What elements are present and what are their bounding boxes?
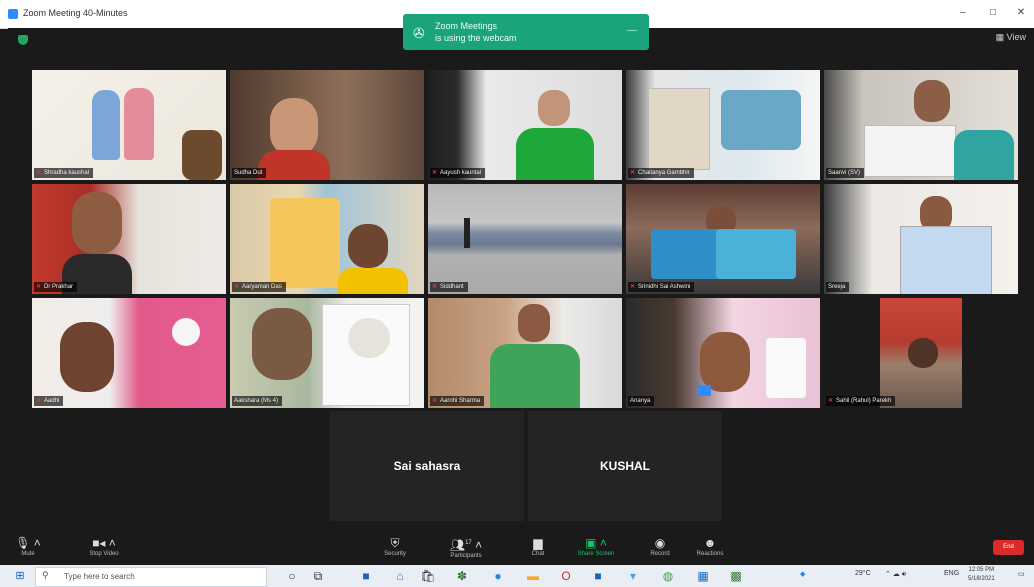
reactions-button[interactable]: ☻ Reactions: [680, 536, 740, 557]
weather-text[interactable]: 29°C: [855, 570, 871, 577]
edge-browser-icon[interactable]: ●: [490, 568, 506, 584]
video-tile[interactable]: ✕ Siddhant: [428, 184, 622, 294]
participant-name: Ananya: [628, 396, 655, 406]
stop-video-button[interactable]: ■◂ ˄ Stop Video: [74, 536, 134, 557]
notification-close-icon[interactable]: —: [627, 25, 637, 36]
mute-button[interactable]: 🎙︎ ˄ Mute: [8, 536, 48, 557]
security-button[interactable]: ⛨ Security: [365, 536, 425, 557]
participant-name: ✕ Sahil (Rahul) Parekh: [826, 396, 896, 406]
notification-title: Zoom Meetings: [435, 21, 498, 31]
camera-off-tile[interactable]: KUSHAL: [528, 411, 722, 521]
window-title: Zoom Meeting 40-Minutes: [23, 8, 128, 18]
participant-name: ✕ Srinidhi Sai Ashwini: [628, 282, 695, 292]
camera-off-tile[interactable]: Sai sahasra: [330, 411, 524, 521]
spotlight-icon: [698, 385, 711, 396]
participants-count: 17: [465, 540, 472, 546]
video-tile[interactable]: ✕ Aayush kauntal: [428, 70, 622, 180]
cortana-icon[interactable]: ○: [284, 568, 300, 584]
share-screen-button[interactable]: ▣ ˄ Share Screen: [562, 536, 630, 557]
taskbar-search-box[interactable]: ⚲ Type here to search: [35, 567, 267, 587]
end-meeting-button[interactable]: End: [993, 540, 1024, 555]
video-camera-icon: ■◂ ˄: [92, 536, 116, 550]
chat-button[interactable]: ▆ Chat: [508, 536, 568, 557]
participant-name: Saanvi (SV): [826, 168, 865, 178]
zoom-taskbar-icon[interactable]: ■: [590, 568, 606, 584]
close-button[interactable]: ✕: [1008, 4, 1034, 22]
maximize-button[interactable]: □: [980, 4, 1006, 22]
notification-body: is using the webcam: [435, 33, 517, 43]
shield-icon: ⛨: [390, 536, 400, 550]
video-tile[interactable]: ✕ Aadhi: [32, 298, 226, 408]
participants-button[interactable]: 👥︎17 ˄ Participants: [430, 536, 502, 559]
video-tile[interactable]: Sreeja: [824, 184, 1018, 294]
participant-name: ✕ Chaitanya Gambhir: [628, 168, 694, 178]
minimize-button[interactable]: –: [950, 4, 976, 22]
file-explorer-icon[interactable]: ▬: [525, 568, 541, 584]
video-tile[interactable]: Saanvi (SV): [824, 70, 1018, 180]
tray-icons[interactable]: ⌃ ☁ 🔊︎: [885, 570, 906, 579]
smiley-icon: ☻: [703, 536, 717, 550]
excel-icon[interactable]: ▩: [728, 568, 744, 584]
chrome-icon[interactable]: ◍: [660, 568, 676, 584]
video-tile[interactable]: ✕ Shradha kaushal: [32, 70, 226, 180]
participant-name: Sudha Dut: [232, 168, 267, 178]
video-tile[interactable]: ✕ Aaryaman Das: [230, 184, 424, 294]
video-tile[interactable]: ✕ Srinidhi Sai Ashwini: [626, 184, 820, 294]
search-placeholder: Type here to search: [64, 572, 135, 581]
participant-name: ✕ Aadhi: [34, 396, 64, 406]
microphone-icon: 🎙︎ ˄: [15, 536, 41, 550]
store-icon[interactable]: 🛍︎: [420, 568, 436, 584]
app-icon[interactable]: ■: [358, 568, 374, 584]
app-icon[interactable]: ⌂: [392, 568, 408, 584]
view-button[interactable]: ▦ View: [996, 32, 1026, 43]
meeting-toolbar: 🎙︎ ˄ Mute ■◂ ˄ Stop Video ⛨ Security 👥︎17 ˄…: [0, 534, 1034, 565]
participant-name: ✕ Shradha kaushal: [34, 168, 94, 178]
clock[interactable]: 12:05 PM 5/18/2021: [968, 566, 995, 584]
participants-icon: 👥︎17 ˄: [449, 538, 483, 552]
opera-icon[interactable]: O: [558, 568, 574, 584]
task-view-icon[interactable]: ⧉: [310, 568, 326, 584]
app-icon[interactable]: ▦: [695, 568, 711, 584]
participant-name: ✕ Aaryaman Das: [232, 282, 286, 292]
language-indicator[interactable]: ENG: [944, 570, 959, 577]
video-tile[interactable]: ✕ Chaitanya Gambhir: [626, 70, 820, 180]
participant-name: ✕ Siddhant: [430, 282, 468, 292]
camera-notice-icon: ✇: [413, 25, 425, 41]
video-tile[interactable]: Sudha Dut: [230, 70, 424, 180]
participant-name: ✕ Aarohi Sharma: [430, 396, 485, 406]
webcam-notification[interactable]: ✇ Zoom Meetings is using the webcam —: [403, 14, 649, 50]
video-tile[interactable]: ✕ Sahil (Rahul) Parekh: [824, 298, 1018, 408]
tray-app-icon[interactable]: ◆: [800, 570, 805, 578]
app-icon[interactable]: ▾: [625, 568, 641, 584]
search-icon: ⚲: [42, 570, 49, 580]
chat-icon: ▆: [533, 536, 543, 550]
video-tile[interactable]: ✕ Dr Prakhar: [32, 184, 226, 294]
windows-taskbar: ⊞ ⚲ Type here to search ○ ⧉ ■ ⌂ 🛍︎ ✽ ● ▬…: [0, 565, 1034, 587]
app-icon[interactable]: ✽: [454, 568, 470, 584]
video-tile[interactable]: Ananya: [626, 298, 820, 408]
share-screen-icon: ▣ ˄: [585, 536, 607, 550]
video-tile[interactable]: ✕ Aarohi Sharma: [428, 298, 622, 408]
video-tile-active-speaker[interactable]: Aakshara (Ms 4): [230, 298, 424, 408]
participant-name: ✕ Aayush kauntal: [430, 168, 486, 178]
zoom-app-icon: [8, 9, 18, 19]
notifications-icon[interactable]: ▭: [1018, 570, 1025, 578]
windows-start-icon[interactable]: ⊞: [12, 568, 28, 584]
encryption-shield-icon[interactable]: [18, 35, 28, 45]
participant-name: Aakshara (Ms 4): [232, 396, 283, 406]
participant-name: Sreeja: [826, 282, 850, 292]
participant-name: ✕ Dr Prakhar: [34, 282, 78, 292]
